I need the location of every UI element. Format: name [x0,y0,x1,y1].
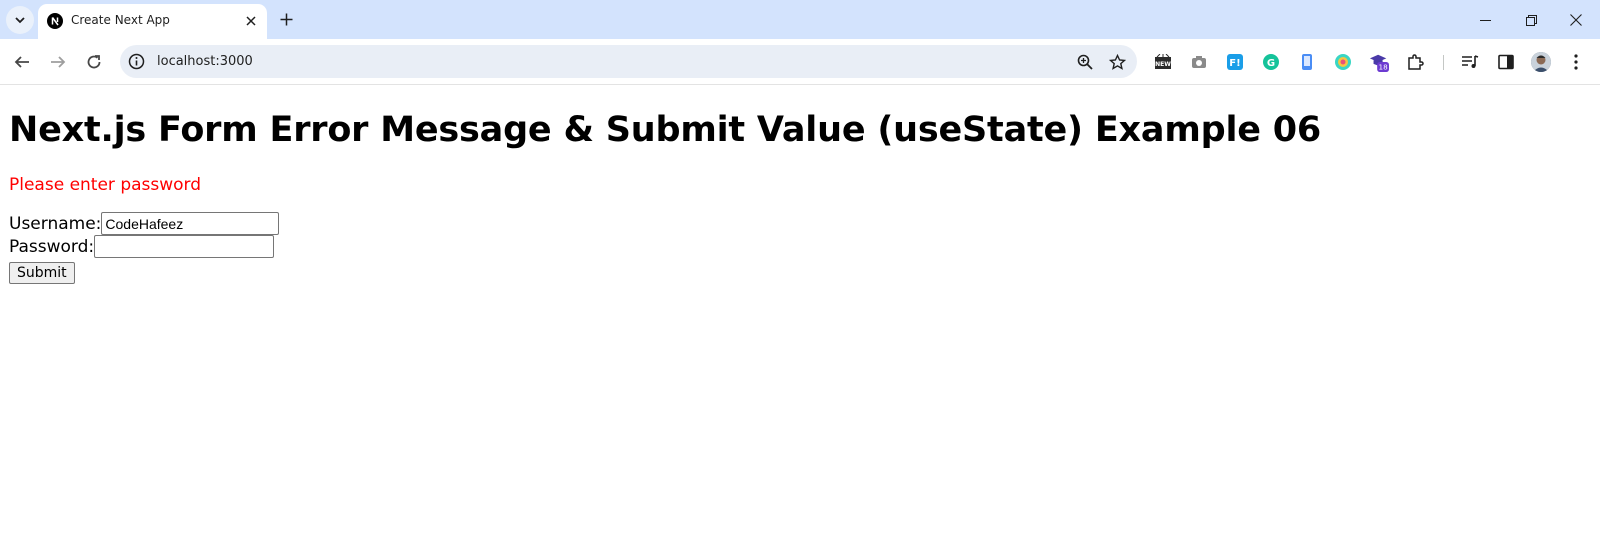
username-row: Username: [9,212,280,235]
bookmark-button[interactable] [1108,53,1126,71]
nextjs-favicon-icon [47,13,63,29]
chevron-down-icon [15,17,25,24]
back-button[interactable] [12,52,32,72]
star-icon [1108,53,1126,70]
new-tab-button[interactable] [278,11,294,27]
tab-close-button[interactable] [243,13,259,29]
browser-menu-button[interactable] [1566,52,1586,72]
camera-extension-icon[interactable] [1189,52,1209,72]
extension-badge-count: 18 [1378,63,1388,72]
close-icon [1570,14,1582,26]
zoom-button[interactable] [1076,53,1094,71]
fonts-ninja-extension-icon[interactable]: F! [1225,52,1245,72]
toolbar-divider [1443,55,1444,70]
arrow-right-icon [51,56,66,68]
close-icon [246,16,256,26]
grammarly-extension-icon[interactable]: G [1261,52,1281,72]
svg-text:F!: F! [1229,58,1240,69]
close-window-button[interactable] [1566,10,1586,30]
minimize-button[interactable] [1475,10,1495,30]
address-bar[interactable]: localhost:3000 [120,45,1137,78]
restore-button[interactable] [1521,10,1541,30]
svg-text:G: G [1267,58,1275,69]
reload-icon [87,55,101,69]
minimize-icon [1479,19,1491,21]
more-vertical-icon [1574,54,1578,70]
restore-icon [1525,14,1537,26]
color-picker-extension-icon[interactable] [1333,52,1353,72]
queue-music-icon [1462,55,1479,68]
tab-active[interactable]: Create Next App [38,4,267,39]
tab-search-button[interactable] [6,6,34,34]
username-input[interactable] [101,212,280,235]
media-controls-button[interactable] [1460,52,1480,72]
browser-toolbar: localhost:3000 NEW F! G 18 [0,39,1600,85]
extensions-button[interactable] [1405,52,1425,72]
side-panel-icon [1498,54,1514,70]
graduation-cap-extension-icon[interactable]: 18 [1369,52,1389,72]
side-panel-button[interactable] [1496,52,1516,72]
zoom-icon [1077,54,1093,70]
forward-button[interactable] [48,52,68,72]
mobile-view-extension-icon[interactable] [1297,52,1317,72]
username-label: Username: [9,213,102,234]
tab-strip: Create Next App [0,0,1600,39]
password-input[interactable] [94,235,275,258]
new-badge-extension-icon[interactable]: NEW [1153,52,1173,72]
error-message: Please enter password [9,175,202,195]
page-content: Next.js Form Error Message & Submit Valu… [0,86,1600,554]
arrow-left-icon [14,56,29,68]
user-avatar-icon [1531,52,1551,72]
password-label: Password: [9,236,95,257]
page-title: Next.js Form Error Message & Submit Valu… [9,110,1322,150]
profile-avatar[interactable] [1531,52,1551,72]
url-text[interactable]: localhost:3000 [157,53,253,70]
puzzle-icon [1408,54,1424,70]
site-info-icon[interactable] [128,53,145,70]
submit-button[interactable]: Submit [9,262,75,284]
tab-title: Create Next App [71,13,170,27]
reload-button[interactable] [84,52,104,72]
password-row: Password: [9,235,275,258]
svg-text:NEW: NEW [1155,61,1171,68]
plus-icon [280,13,292,25]
